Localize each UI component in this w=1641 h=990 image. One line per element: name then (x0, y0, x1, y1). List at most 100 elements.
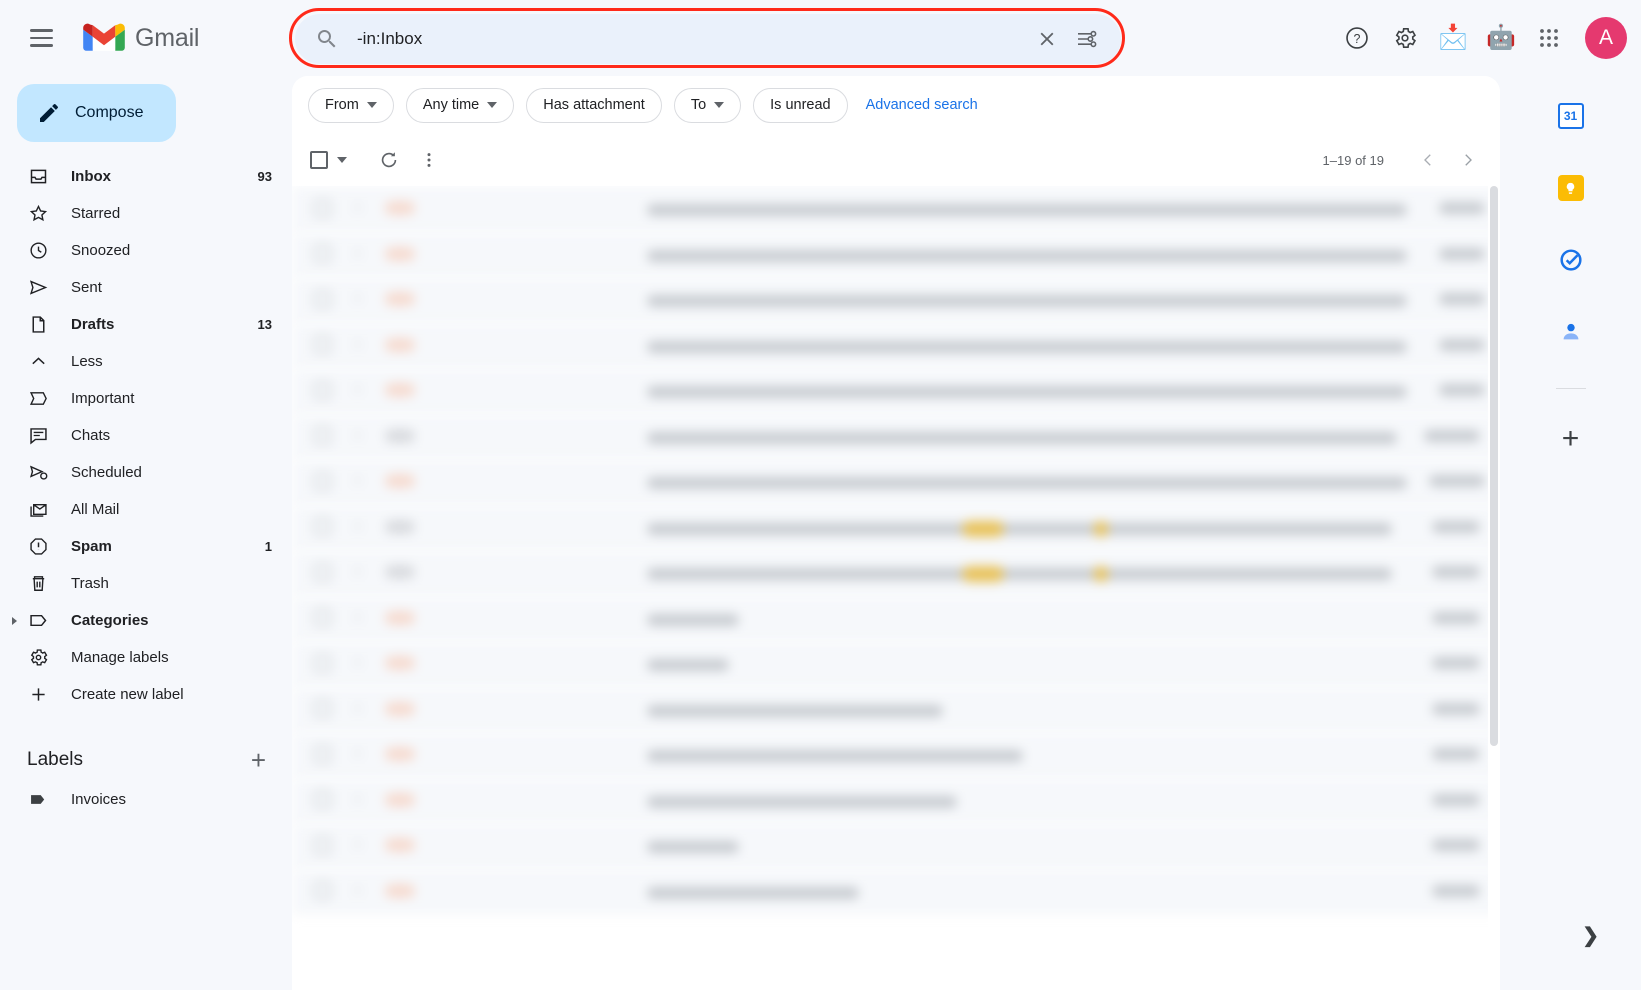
email-row-checkbox[interactable] (314, 427, 331, 445)
email-row[interactable]: ☆ (292, 413, 1500, 459)
email-row[interactable]: ☆ (292, 868, 1500, 914)
google-tasks-icon[interactable] (1549, 238, 1593, 282)
hamburger-menu-icon[interactable] (17, 14, 65, 62)
robot-face-emoji-icon[interactable]: 🤖 (1481, 18, 1521, 58)
sidebar-item-sent[interactable]: Sent (0, 269, 290, 306)
email-list[interactable]: ☆ ☆ ☆ ☆ ☆ ☆ ☆ ☆ ☆ ☆ ☆ ☆ ☆ ☆ ☆ ☆ (292, 186, 1500, 990)
sidebar-item-all-mail[interactable]: All Mail (0, 491, 290, 528)
email-row-checkbox[interactable] (314, 700, 331, 718)
select-all-checkbox[interactable] (310, 151, 328, 169)
more-options-button[interactable] (409, 140, 449, 180)
filter-chip-has-attachment[interactable]: Has attachment (526, 87, 662, 123)
sidebar-item-categories[interactable]: Categories (0, 602, 290, 639)
email-row[interactable]: ☆ (292, 368, 1500, 414)
email-row[interactable]: ☆ (292, 504, 1500, 550)
email-row[interactable]: ☆ (292, 641, 1500, 687)
email-row-checkbox[interactable] (314, 609, 331, 627)
envelope-trash-emoji-icon[interactable]: 📩 (1433, 18, 1473, 58)
star-icon[interactable]: ☆ (351, 382, 367, 398)
star-icon[interactable]: ☆ (351, 655, 367, 671)
email-row-checkbox[interactable] (314, 336, 331, 354)
star-icon[interactable]: ☆ (351, 200, 367, 216)
email-row-checkbox[interactable] (314, 518, 331, 536)
search-input[interactable] (357, 29, 1027, 49)
sidebar-item-trash[interactable]: Trash (0, 565, 290, 602)
sidebar-label-invoices[interactable]: Invoices (0, 781, 290, 818)
next-page-button[interactable] (1450, 142, 1486, 178)
sidebar-item-important[interactable]: Important (0, 380, 290, 417)
email-row[interactable]: ☆ (292, 686, 1500, 732)
google-calendar-icon[interactable]: 31 (1549, 94, 1593, 138)
help-icon[interactable]: ? (1337, 18, 1377, 58)
email-row[interactable]: ☆ (292, 186, 1500, 232)
email-row-checkbox[interactable] (314, 199, 331, 217)
email-row-checkbox[interactable] (314, 245, 331, 263)
gmail-brand[interactable]: Gmail (83, 22, 199, 54)
refresh-button[interactable] (369, 140, 409, 180)
sidebar-item-create-new-label[interactable]: Create new label (0, 676, 290, 713)
email-row[interactable]: ☆ (292, 823, 1500, 869)
sidebar-item-spam[interactable]: Spam 1 (0, 528, 290, 565)
star-icon[interactable]: ☆ (351, 610, 367, 626)
settings-gear-icon[interactable] (1385, 18, 1425, 58)
star-icon[interactable]: ☆ (351, 473, 367, 489)
add-label-button[interactable]: + (251, 747, 266, 773)
filter-chip-from[interactable]: From (308, 87, 394, 123)
sidebar-item-chats[interactable]: Chats (0, 417, 290, 454)
star-icon[interactable]: ☆ (351, 291, 367, 307)
google-keep-icon[interactable] (1549, 166, 1593, 210)
star-icon[interactable]: ☆ (351, 564, 367, 580)
select-options-chevron-down-icon[interactable] (337, 157, 347, 163)
email-row[interactable]: ☆ (292, 231, 1500, 277)
sidebar-item-scheduled[interactable]: Scheduled (0, 454, 290, 491)
star-icon[interactable]: ☆ (351, 246, 367, 262)
email-row-checkbox[interactable] (314, 381, 331, 399)
star-icon[interactable]: ☆ (351, 428, 367, 444)
avatar[interactable]: A (1585, 17, 1627, 59)
star-icon[interactable]: ☆ (351, 519, 367, 535)
clear-search-button[interactable] (1027, 19, 1067, 59)
prev-page-button[interactable] (1410, 142, 1446, 178)
email-row-checkbox[interactable] (314, 472, 331, 490)
compose-button[interactable]: Compose (17, 84, 176, 142)
advanced-search-link[interactable]: Advanced search (866, 97, 978, 113)
sidebar-item-less[interactable]: Less (0, 343, 290, 380)
star-icon[interactable]: ☆ (351, 701, 367, 717)
add-app-button[interactable]: + (1549, 417, 1593, 461)
google-contacts-icon[interactable] (1549, 310, 1593, 354)
search-options-button[interactable] (1067, 19, 1107, 59)
star-icon[interactable]: ☆ (351, 837, 367, 853)
sidebar-item-manage-labels[interactable]: Manage labels (0, 639, 290, 676)
email-row[interactable]: ☆ (292, 550, 1500, 596)
star-icon[interactable]: ☆ (351, 337, 367, 353)
list-scrollbar-track[interactable] (1488, 186, 1500, 990)
email-row-checkbox[interactable] (314, 836, 331, 854)
search-bar[interactable] (295, 14, 1121, 64)
email-row[interactable]: ☆ (292, 277, 1500, 323)
star-icon[interactable]: ☆ (351, 746, 367, 762)
email-row[interactable]: ☆ (292, 459, 1500, 505)
google-apps-icon[interactable] (1529, 18, 1569, 58)
email-row-checkbox[interactable] (314, 290, 331, 308)
email-row-checkbox[interactable] (314, 882, 331, 900)
email-row-checkbox[interactable] (314, 791, 331, 809)
sidebar-item-starred[interactable]: Starred (0, 195, 290, 232)
star-icon[interactable]: ☆ (351, 792, 367, 808)
filter-chip-to[interactable]: To (673, 87, 742, 123)
sidebar-item-drafts[interactable]: Drafts 13 (0, 306, 290, 343)
expand-panel-chevron-right-icon[interactable]: ❯ (1582, 923, 1599, 948)
list-scrollbar-thumb[interactable] (1490, 186, 1498, 746)
email-row-checkbox[interactable] (314, 654, 331, 672)
email-row[interactable]: ☆ (292, 777, 1500, 823)
sidebar-item-inbox[interactable]: Inbox 93 (0, 158, 290, 195)
email-row[interactable]: ☆ (292, 595, 1500, 641)
email-row-checkbox[interactable] (314, 563, 331, 581)
email-row[interactable]: ☆ (292, 322, 1500, 368)
filter-chip-is-unread[interactable]: Is unread (753, 87, 848, 123)
filter-chip-any-time[interactable]: Any time (405, 87, 515, 123)
star-icon[interactable]: ☆ (351, 883, 367, 899)
email-row[interactable]: ☆ (292, 732, 1500, 778)
email-row-checkbox[interactable] (314, 745, 331, 763)
expand-caret-icon[interactable] (12, 616, 17, 625)
sidebar-item-snoozed[interactable]: Snoozed (0, 232, 290, 269)
